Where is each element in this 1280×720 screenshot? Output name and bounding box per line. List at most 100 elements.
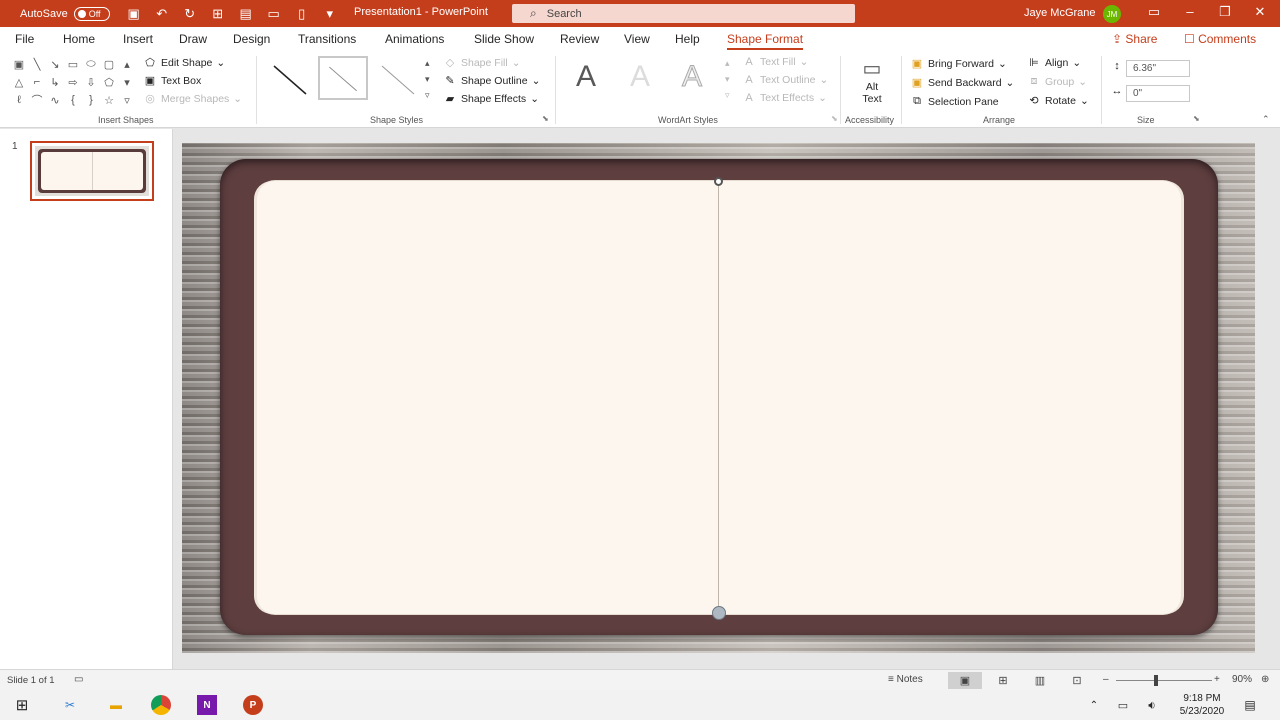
styles-more-icon[interactable]: ▿ xyxy=(425,90,430,101)
freeform-shape-icon[interactable]: ℓ xyxy=(10,92,28,108)
size-launcher-icon[interactable]: ⬊ xyxy=(1193,114,1200,123)
edit-shape-button[interactable]: ⬠ Edit Shape ⌄ xyxy=(143,56,225,70)
tab-review[interactable]: Review xyxy=(560,32,599,46)
customize-qat-icon[interactable]: ▾ xyxy=(322,6,338,22)
zoom-level[interactable]: 90% xyxy=(1232,674,1252,685)
slide[interactable] xyxy=(182,143,1255,653)
tab-insert[interactable]: Insert xyxy=(123,32,153,46)
text-fill-button[interactable]: A Text Fill ⌄ xyxy=(742,56,808,68)
callout-shape-icon[interactable]: ⬠ xyxy=(100,74,118,90)
text-outline-button[interactable]: A Text Outline ⌄ xyxy=(742,74,828,86)
zoom-slider[interactable] xyxy=(1116,680,1212,681)
collapse-ribbon-icon[interactable]: ⌃ xyxy=(1262,114,1270,125)
book-frame-shape[interactable] xyxy=(220,159,1218,635)
new-slide-icon[interactable]: ▤ xyxy=(238,6,254,22)
rounded-rect-shape-icon[interactable]: ▢ xyxy=(100,56,118,72)
tab-slide-show[interactable]: Slide Show xyxy=(474,32,534,46)
line-start-handle[interactable] xyxy=(714,177,723,186)
right-arrow-shape-icon[interactable]: ⇨ xyxy=(64,74,82,90)
align-button[interactable]: ⊫ Align ⌄ xyxy=(1027,56,1081,70)
wordart-scroll-down-icon[interactable]: ▾ xyxy=(725,74,730,85)
shape-width-field[interactable]: 0" xyxy=(1126,85,1190,102)
tab-shape-format[interactable]: Shape Format xyxy=(727,32,804,50)
shapes-gallery[interactable]: ▣ ╲ ↘ ▭ ⬭ ▢ ▴ △ ⌐ ↳ ⇨ ⇩ ⬠ ▾ ℓ ⌒ ∿{} ☆ ▿ xyxy=(10,56,136,108)
onenote-icon[interactable]: N xyxy=(197,695,217,715)
notes-button[interactable]: ≡ Notes xyxy=(888,674,923,685)
comments-button[interactable]: ☐ Comments xyxy=(1184,32,1256,46)
text-box-shape-icon[interactable]: ▣ xyxy=(10,56,28,72)
tab-home[interactable]: Home xyxy=(63,32,95,46)
text-effects-button[interactable]: A Text Effects ⌄ xyxy=(742,92,827,104)
zoom-slider-thumb[interactable] xyxy=(1154,675,1158,686)
line-end-handle[interactable] xyxy=(712,606,726,620)
windows-start-icon[interactable]: ⊞ xyxy=(12,695,32,715)
merge-shapes-button[interactable]: ◎ Merge Shapes ⌄ xyxy=(143,92,242,106)
wordart-style-light[interactable]: A xyxy=(630,60,650,94)
shape-style-gray-line[interactable] xyxy=(372,56,422,100)
close-icon[interactable]: ✕ xyxy=(1250,4,1270,20)
alt-text-button[interactable]: ▭ Alt Text xyxy=(855,56,889,105)
shapes-more-icon[interactable]: ▿ xyxy=(118,92,136,108)
line-shape-icon[interactable]: ╲ xyxy=(28,56,46,72)
rectangle-shape-icon[interactable]: ▭ xyxy=(64,56,82,72)
slide-sorter-view-icon[interactable]: ⊞ xyxy=(986,672,1020,689)
wordart-scroll-up-icon[interactable]: ▴ xyxy=(725,58,730,69)
redo-icon[interactable]: ↻ xyxy=(182,6,198,22)
ribbon-display-options-icon[interactable]: ▭ xyxy=(1144,4,1164,20)
volume-icon[interactable]: 🔉︎ xyxy=(1142,695,1162,715)
elbow-connector-icon[interactable]: ⌐ xyxy=(28,74,46,90)
reading-view-icon[interactable]: ▥ xyxy=(1023,672,1057,689)
fit-to-window-icon[interactable]: ⊕ xyxy=(1261,674,1269,685)
share-button[interactable]: ⇪ Share xyxy=(1112,32,1157,46)
battery-icon[interactable]: ▭ xyxy=(1113,695,1133,715)
notification-center-icon[interactable]: ▤ xyxy=(1240,695,1260,715)
shape-outline-button[interactable]: ✎ Shape Outline ⌄ xyxy=(443,74,540,88)
shapes-expand-icon[interactable]: ▾ xyxy=(118,74,136,90)
triangle-shape-icon[interactable]: △ xyxy=(10,74,28,90)
shape-effects-button[interactable]: ▰ Shape Effects ⌄ xyxy=(443,92,539,106)
star-shape-icon[interactable]: ☆ xyxy=(100,92,118,108)
minimize-icon[interactable]: – xyxy=(1180,4,1200,19)
tab-draw[interactable]: Draw xyxy=(179,32,207,46)
selection-pane-button[interactable]: ⧉ Selection Pane xyxy=(910,95,999,108)
wordart-launcher-icon[interactable]: ⬊ xyxy=(831,114,838,123)
tab-transitions[interactable]: Transitions xyxy=(298,32,356,46)
shape-height-field[interactable]: 6.36" xyxy=(1126,60,1190,77)
wordart-style-outline[interactable]: A xyxy=(681,60,702,94)
present-icon[interactable]: ⊞ xyxy=(210,6,226,22)
shape-styles-launcher-icon[interactable]: ⬊ xyxy=(542,114,549,123)
snipping-tool-icon[interactable]: ✂ xyxy=(60,695,80,715)
curve-shape-icon[interactable]: ∿ xyxy=(46,92,64,108)
tab-design[interactable]: Design xyxy=(233,32,270,46)
bring-forward-button[interactable]: ▣ Bring Forward ⌄ xyxy=(910,57,1007,71)
system-clock[interactable]: 9:18 PM 5/23/2020 xyxy=(1170,692,1234,718)
search-box[interactable]: ⌕ Search xyxy=(512,4,855,23)
shapes-scroll-up-icon[interactable]: ▴ xyxy=(118,56,136,72)
selected-line-shape[interactable] xyxy=(718,181,719,614)
zoom-in-icon[interactable]: + xyxy=(1214,674,1220,685)
zoom-out-icon[interactable]: – xyxy=(1103,674,1109,685)
restore-icon[interactable]: ❐ xyxy=(1215,4,1235,20)
avatar[interactable]: JM xyxy=(1103,5,1121,23)
tab-file[interactable]: File xyxy=(15,32,34,46)
new-file-icon[interactable]: ▯ xyxy=(294,6,310,22)
styles-scroll-down-icon[interactable]: ▾ xyxy=(425,74,430,85)
styles-scroll-up-icon[interactable]: ▴ xyxy=(425,58,430,69)
group-button[interactable]: ⧈ Group ⌄ xyxy=(1027,75,1088,88)
save-icon[interactable]: ▣ xyxy=(126,6,142,22)
arrow-line-shape-icon[interactable]: ↘ xyxy=(46,56,64,72)
shape-style-light-line[interactable] xyxy=(318,56,368,100)
autosave[interactable]: AutoSave Off xyxy=(20,6,110,21)
book-page-shape[interactable] xyxy=(257,177,1181,620)
accessibility-checker-icon[interactable]: ▭ xyxy=(74,674,83,685)
tab-animations[interactable]: Animations xyxy=(385,32,444,46)
file-explorer-icon[interactable]: ▬ xyxy=(106,695,126,715)
open-folder-icon[interactable]: ▭ xyxy=(266,6,282,22)
autosave-toggle[interactable]: Off xyxy=(73,6,110,21)
user-name[interactable]: Jaye McGrane xyxy=(1024,7,1096,19)
undo-icon[interactable]: ↶ xyxy=(154,6,170,22)
slide-thumbnail[interactable] xyxy=(30,141,154,201)
elbow-arrow-icon[interactable]: ↳ xyxy=(46,74,64,90)
wordart-more-icon[interactable]: ▿ xyxy=(725,90,730,101)
tab-help[interactable]: Help xyxy=(675,32,700,46)
